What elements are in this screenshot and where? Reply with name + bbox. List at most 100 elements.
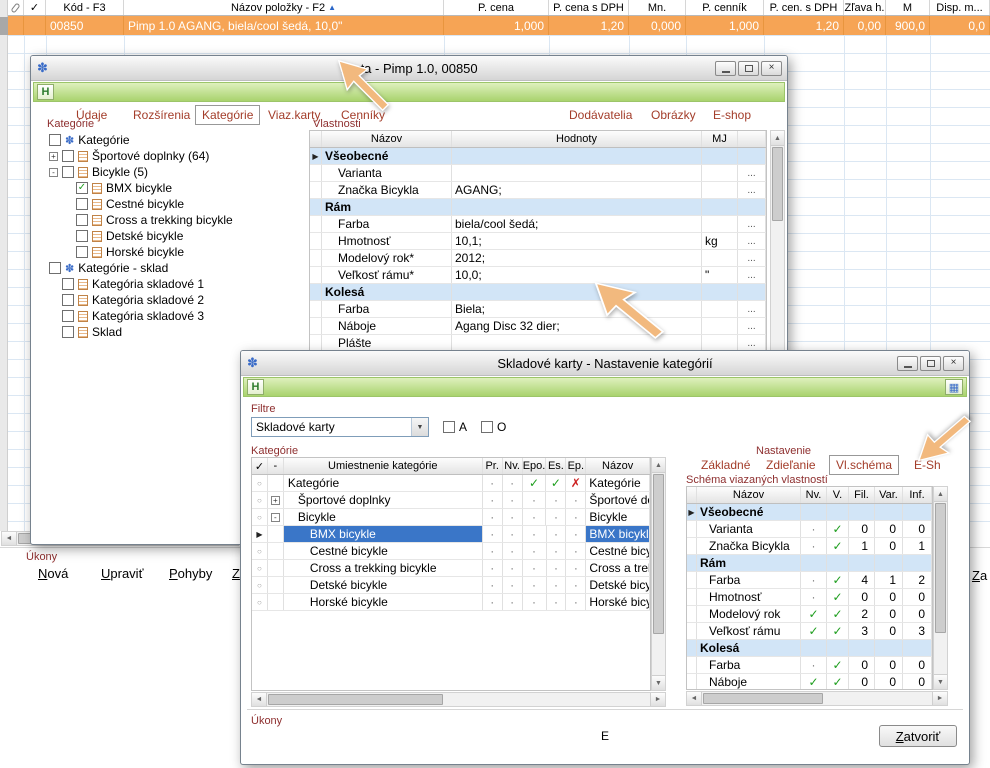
tree-item[interactable]: Kategória skladové 3 [45,308,307,324]
property-value[interactable]: 2012; [452,250,702,266]
ellipsis-button[interactable]: ... [738,182,766,198]
collapse-icon[interactable]: - [49,168,58,177]
maximize-button[interactable] [920,356,941,371]
column-header-kod[interactable]: Kód - F3 [46,0,124,15]
schema-vscrollbar[interactable]: ▲ ▼ [933,486,948,690]
check-column-header[interactable]: ✓ [24,0,46,15]
checkbox-box[interactable] [481,421,493,433]
scroll-thumb[interactable] [772,147,783,221]
expand-cell[interactable]: - [268,509,284,525]
scroll-left-icon[interactable]: ◄ [687,692,702,705]
close-button[interactable]: × [943,356,964,371]
tree-item[interactable]: ✓ BMX bicykle [45,180,307,196]
scroll-up-icon[interactable]: ▲ [934,487,947,502]
h-button[interactable]: H [37,84,54,100]
expand-icon[interactable]: + [271,496,280,505]
zatvorit-button[interactable]: Zatvoriť [879,725,957,747]
column-header-mn[interactable]: Mn. [629,0,686,15]
properties-scrollbar[interactable]: ▲ [770,130,785,352]
tree-item[interactable]: - Bicykle (5) [45,164,307,180]
checkbox-box[interactable] [443,421,455,433]
checkbox[interactable] [62,294,74,306]
h-button[interactable]: H [247,379,264,395]
category-row[interactable]: ○ Kategórie · · ✓ ✓ ✗ Kategórie [252,475,650,492]
column-header-zlava[interactable]: Zľava h. [844,0,886,15]
scroll-thumb[interactable] [703,693,823,704]
scroll-down-icon[interactable]: ▼ [652,675,665,690]
column-header-disp[interactable]: Disp. m... [930,0,990,15]
ellipsis-button[interactable]: ... [738,267,766,283]
checkbox[interactable] [62,150,74,162]
schema-row[interactable]: Varianta · ✓ 0 0 0 [687,521,932,538]
scroll-down-icon[interactable]: ▼ [934,674,947,689]
property-group-row[interactable]: Kolesá [310,284,766,301]
nastavenie-titlebar[interactable]: ✽ Skladové karty - Nastavenie kategórií … [241,351,969,376]
schema-row[interactable]: Farba · ✓ 0 0 0 [687,657,932,674]
chevron-down-icon[interactable]: ▼ [411,418,428,436]
tab-rozsirenia[interactable]: Rozšírenia [133,108,190,122]
columns-icon[interactable]: ▦ [945,379,963,395]
checkbox[interactable] [62,278,74,290]
close-button[interactable]: × [761,61,782,76]
schema-group-row[interactable]: Kolesá [687,640,932,657]
property-row[interactable]: Veľkosť rámu* 10,0; " ... [310,267,766,284]
tree-item[interactable]: Horské bicykle [45,244,307,260]
collapse-icon[interactable]: - [271,513,280,522]
property-row[interactable]: Farba biela/cool šedá; ... [310,216,766,233]
column-header-m[interactable]: M [886,0,930,15]
property-value[interactable]: AGANG; [452,182,702,198]
stock-row-selected[interactable]: 00850 Pimp 1.0 AGANG, biela/cool šedá, 1… [8,16,990,35]
property-value[interactable] [452,165,702,181]
upravit-button[interactable]: Upraviť [101,566,143,581]
minimize-button[interactable] [715,61,736,76]
property-value[interactable]: 10,1; [452,233,702,249]
schema-row[interactable]: Značka Bicykla · ✓ 1 0 1 [687,538,932,555]
filter-dropdown[interactable]: Skladové karty ▼ [251,417,429,437]
schema-hscrollbar[interactable]: ◄ ► [686,691,948,706]
scroll-right-icon[interactable]: ► [650,693,665,706]
tree-item[interactable]: Detské bicykle [45,228,307,244]
property-row[interactable]: Farba Biela; ... [310,301,766,318]
column-header-pcena[interactable]: P. cena [444,0,549,15]
property-row[interactable]: Značka Bicykla AGANG; ... [310,182,766,199]
checkbox-o[interactable]: O [481,420,506,434]
scroll-thumb[interactable] [935,503,946,633]
schema-row[interactable]: Hmotnosť · ✓ 0 0 0 [687,589,932,606]
column-header-pcen-dph[interactable]: P. cen. s DPH [764,0,844,15]
tree-item[interactable]: Sklad [45,324,307,340]
karta-titlebar[interactable]: ✽ Karta - Pimp 1.0, 00850 × [31,56,787,81]
category-row-selected[interactable]: ▶ BMX bicykle · · · · · BMX bicykle [252,526,650,543]
column-header-pcena-dph[interactable]: P. cena s DPH [549,0,629,15]
ellipsis-button[interactable]: ... [738,335,766,351]
scroll-left-icon[interactable]: ◄ [252,693,267,706]
tab-vl-schema[interactable]: Vl.schéma [829,455,899,475]
checkbox-a[interactable]: A [443,420,467,434]
ellipsis-button[interactable]: ... [738,233,766,249]
attachment-column-header[interactable] [8,0,24,15]
checkbox[interactable] [76,214,88,226]
tree-item[interactable]: + Športové doplnky (64) [45,148,307,164]
tree-item[interactable]: Kategória skladové 1 [45,276,307,292]
tab-zdielanie[interactable]: Zdieľanie [766,458,816,472]
checkbox[interactable] [76,230,88,242]
maximize-button[interactable] [738,61,759,76]
property-row[interactable]: Varianta ... [310,165,766,182]
category-row[interactable]: ○ Horské bicykle · · · · · Horské bicykl… [252,594,650,611]
tree-item[interactable]: Kategória skladové 2 [45,292,307,308]
checkbox[interactable] [62,310,74,322]
checkbox[interactable] [62,166,74,178]
tab-zakladne[interactable]: Základné [701,458,750,472]
categories-vscrollbar[interactable]: ▲ ▼ [651,457,666,691]
tab-kategorie[interactable]: Kategórie [195,105,260,125]
expand-cell[interactable]: + [268,492,284,508]
schema-group-row[interactable]: Rám [687,555,932,572]
ellipsis-button[interactable]: ... [738,301,766,317]
property-row[interactable]: Hmotnosť 10,1; kg ... [310,233,766,250]
schema-row[interactable]: Modelový rok ✓ ✓ 2 0 0 [687,606,932,623]
checkbox[interactable] [49,134,61,146]
tree-item[interactable]: Cestné bicykle [45,196,307,212]
checkbox[interactable] [76,198,88,210]
minimize-button[interactable] [897,356,918,371]
property-row[interactable]: Modelový rok* 2012; ... [310,250,766,267]
scroll-left-icon[interactable]: ◄ [2,532,17,545]
